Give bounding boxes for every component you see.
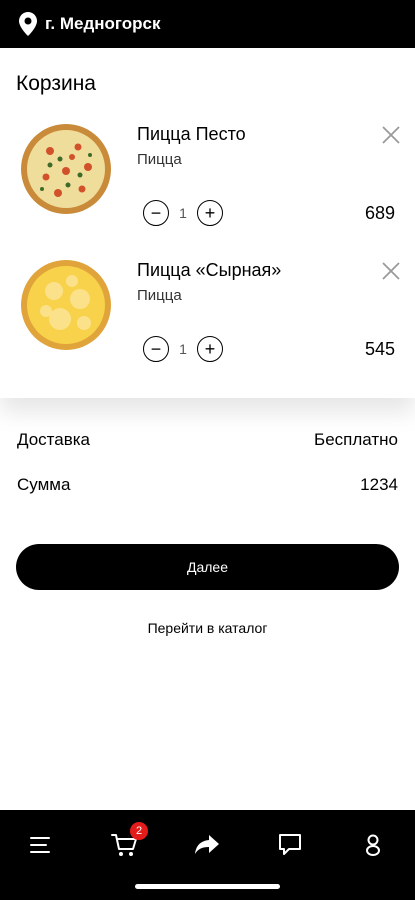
quantity-stepper: − 1 + xyxy=(143,200,223,226)
cart-item: Пицца «Сырная» Пицца − 1 + 545 xyxy=(0,254,415,384)
next-button[interactable]: Далее xyxy=(16,544,399,590)
home-indicator[interactable] xyxy=(135,884,280,889)
decrease-button[interactable]: − xyxy=(143,336,169,362)
top-bar: г. Медногорск xyxy=(0,0,415,48)
location-pin-icon[interactable] xyxy=(19,12,37,36)
share-icon[interactable] xyxy=(190,828,224,862)
quantity-value: 1 xyxy=(179,341,187,357)
cart-badge: 2 xyxy=(130,822,148,840)
quantity-value: 1 xyxy=(179,205,187,221)
item-name: Пицца «Сырная» xyxy=(137,260,282,280)
pizza-pesto-image xyxy=(21,124,111,214)
sum-value: 1234 xyxy=(360,475,398,494)
increase-button[interactable]: + xyxy=(197,336,223,362)
menu-icon[interactable] xyxy=(24,828,58,862)
item-name: Пицца Песто xyxy=(137,124,246,144)
delivery-row: Доставка Бесплатно xyxy=(17,430,398,450)
cart-item: Пицца Песто Пицца − 1 + 689 xyxy=(0,118,415,248)
remove-item-icon[interactable] xyxy=(380,260,402,282)
profile-icon[interactable] xyxy=(356,828,390,862)
sum-row: Сумма 1234 xyxy=(17,475,398,495)
cart-icon[interactable]: 2 xyxy=(108,822,148,862)
increase-button[interactable]: + xyxy=(197,200,223,226)
sum-label: Сумма xyxy=(17,475,71,494)
chat-icon[interactable] xyxy=(273,828,307,862)
item-price: 545 xyxy=(364,339,395,359)
delivery-value: Бесплатно xyxy=(314,430,398,449)
city-label[interactable]: г. Медногорск xyxy=(45,14,160,34)
pizza-cheese-image xyxy=(21,260,111,350)
remove-item-icon[interactable] xyxy=(380,124,402,146)
catalog-link[interactable]: Перейти в каталог xyxy=(0,620,415,636)
item-price: 689 xyxy=(364,203,395,223)
quantity-stepper: − 1 + xyxy=(143,336,223,362)
item-category: Пицца xyxy=(137,151,182,168)
decrease-button[interactable]: − xyxy=(143,200,169,226)
delivery-label: Доставка xyxy=(17,430,91,449)
item-category: Пицца xyxy=(137,287,182,304)
page-title: Корзина xyxy=(16,72,96,95)
